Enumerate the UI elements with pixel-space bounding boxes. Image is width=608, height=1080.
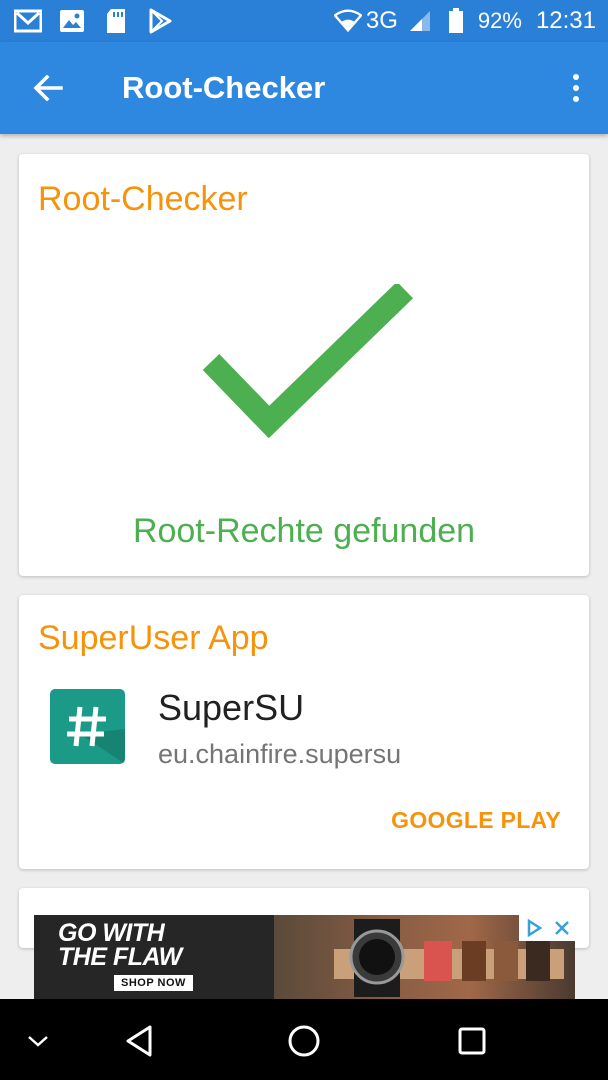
- nav-back-button[interactable]: [117, 1019, 161, 1063]
- root-status-card: Root-Checker Root-Rechte gefunden: [19, 154, 589, 576]
- clock: 12:31: [535, 7, 596, 34]
- gmail-icon: [14, 8, 42, 34]
- google-play-button[interactable]: GOOGLE PLAY: [391, 807, 561, 834]
- image-icon: [58, 8, 86, 34]
- app-name: SuperSU: [158, 687, 305, 728]
- ad-shop-now-button[interactable]: SHOP NOW: [114, 975, 193, 991]
- recents-icon: [458, 1027, 486, 1055]
- status-notification-icons: [14, 8, 174, 34]
- nav-home-button[interactable]: [282, 1019, 326, 1063]
- arrow-left-icon: [33, 75, 63, 101]
- signal-icon: [406, 8, 434, 34]
- ad-choices-icon: [527, 919, 542, 937]
- page-title: Root-Checker: [122, 70, 326, 105]
- status-bar: 3G 92% 12:31: [0, 0, 608, 42]
- navigation-bar: [0, 999, 608, 1080]
- ad-headline-line-2: THE FLAW: [58, 943, 182, 971]
- battery-percent: 92%: [477, 8, 522, 33]
- dot: [573, 85, 579, 91]
- root-card-title: Root-Checker: [38, 180, 248, 218]
- overflow-menu-button[interactable]: [564, 64, 588, 112]
- checkmark-icon: [202, 284, 414, 439]
- network-type: 3G: [365, 7, 398, 34]
- play-store-icon: [146, 8, 174, 34]
- app-package-name: eu.chainfire.supersu: [158, 739, 402, 769]
- supersu-app-icon: [50, 689, 125, 764]
- wifi-icon: [333, 8, 362, 34]
- sd-card-icon: [102, 8, 130, 34]
- hide-nav-button[interactable]: [16, 1019, 60, 1063]
- ad-banner[interactable]: GO WITH THE FLAW SHOP NOW: [34, 915, 575, 999]
- home-icon: [288, 1025, 320, 1057]
- superuser-card-title: SuperUser App: [38, 619, 269, 657]
- back-icon: [126, 1025, 152, 1057]
- back-button[interactable]: [24, 64, 72, 112]
- hash-icon: [67, 706, 125, 764]
- ad-choices[interactable]: [519, 915, 575, 941]
- chevron-down-icon: [28, 1036, 48, 1047]
- root-status-text: Root-Rechte gefunden: [132, 512, 476, 550]
- ad-headline-line-1: GO WITH: [58, 919, 165, 947]
- close-icon[interactable]: [554, 920, 570, 936]
- nav-recents-button[interactable]: [450, 1019, 494, 1063]
- dot: [573, 74, 579, 80]
- status-system-icons: 3G 92% 12:31: [333, 7, 596, 35]
- superuser-card: SuperUser App SuperSU eu.chainfire.super…: [19, 595, 589, 869]
- app-bar: Root-Checker: [0, 42, 608, 134]
- battery-icon: [442, 8, 470, 34]
- dot: [573, 96, 579, 102]
- ad-headline: GO WITH THE FLAW: [58, 919, 228, 971]
